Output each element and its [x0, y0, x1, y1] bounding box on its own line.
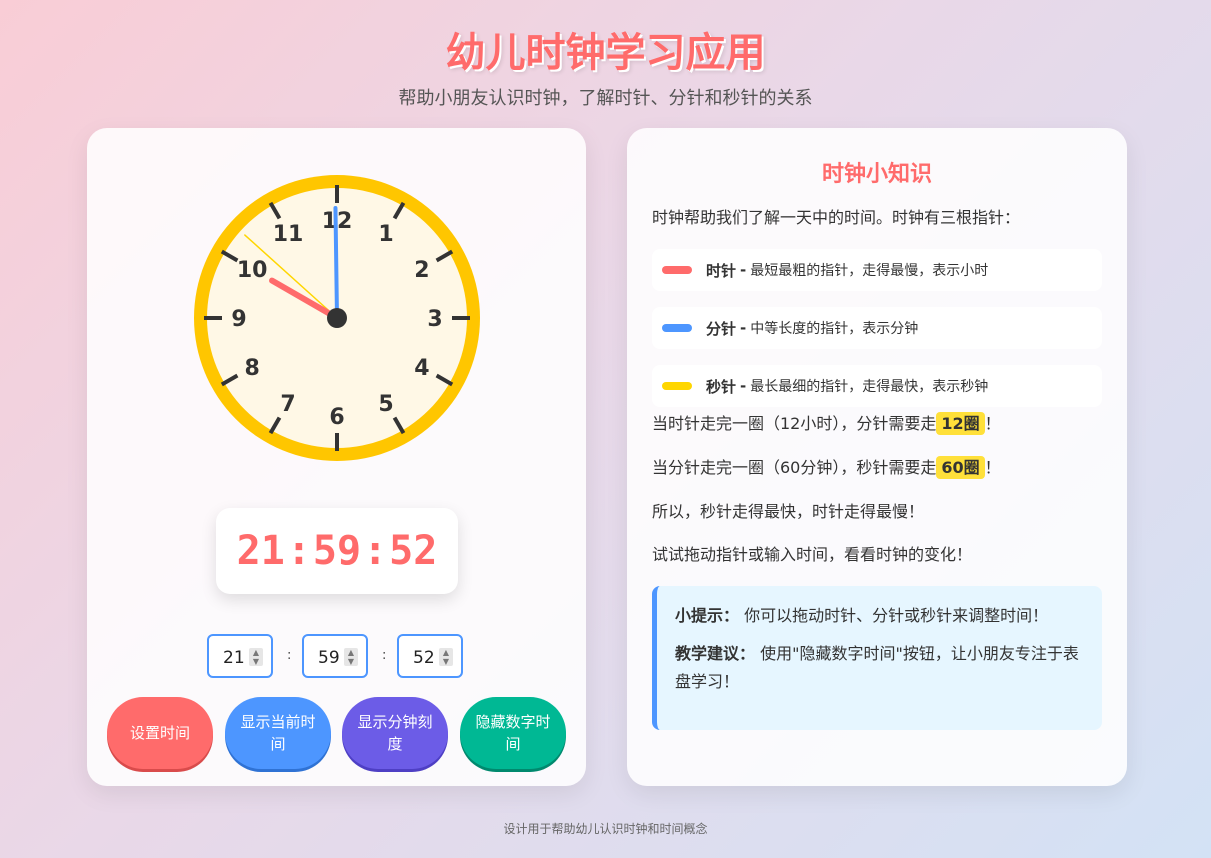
second-hand-sep: -: [740, 377, 747, 395]
knowledge-intro: 时钟帮助我们了解一天中的时间。时钟有三根指针：: [652, 208, 1021, 227]
hour-hand-desc: 最短最粗的指针，走得最慢，表示小时: [750, 263, 989, 279]
hour-number: 11: [273, 222, 304, 247]
hour-hand-name: 时针: [706, 261, 737, 280]
show-minute-ticks-label: 显示分钟刻度: [357, 713, 433, 753]
fact1-highlight: 12圈: [936, 412, 985, 435]
hour-number: 2: [414, 258, 429, 283]
fact-speed: 所以，秒针走得最快，时针走得最慢！: [652, 502, 925, 521]
show-minute-ticks-button[interactable]: 显示分钟刻度: [342, 697, 448, 769]
hour-input[interactable]: 21 ▲ ▼: [207, 634, 273, 678]
digital-hours: 21: [236, 528, 285, 574]
hide-digital-time-label: 隐藏数字时间: [475, 713, 551, 753]
hour-number: 1: [378, 222, 393, 247]
page-title: 幼儿时钟学习应用: [445, 30, 766, 76]
minute-input[interactable]: 59 ▲ ▼: [302, 634, 368, 678]
hour-number: 6: [329, 405, 344, 430]
tips-box: 小提示： 你可以拖动时针、分针或秒针来调整时间！ 教学建议： 使用"隐藏数字时间…: [652, 586, 1102, 730]
hour-number: 10: [237, 258, 268, 283]
advice-label: 教学建议：: [675, 644, 756, 663]
time-inputs: 21 ▲ ▼ : 59 ▲ ▼ : 52 ▲ ▼: [207, 634, 467, 682]
clock-center-pin: [327, 308, 347, 328]
hour-number: 5: [378, 392, 393, 417]
second-hand-info: 秒针 - 最长最细的指针，走得最快，表示秒钟: [652, 365, 1102, 407]
minute-hand-swatch: [662, 324, 692, 332]
hour-input-value: 21: [223, 648, 245, 668]
hour-hand-sep: -: [740, 261, 747, 279]
hour-number: 3: [427, 307, 442, 332]
digital-seconds: 52: [389, 528, 438, 574]
minute-spinner-icon[interactable]: ▲ ▼: [344, 648, 358, 666]
hour-number: 9: [231, 307, 246, 332]
fact2-end: ！: [984, 458, 1001, 477]
fact-hour-cycle: 当时针走完一圈（12小时），分针需要走 12圈！: [652, 410, 1001, 435]
minute-input-value: 59: [318, 648, 340, 668]
clock-panel: 1 21 2 3 45 6 78 9 1011 21 : 59 : 52 21 ▲▼ : 59 …: [87, 128, 586, 786]
minute-hand-name: 分针: [706, 319, 737, 338]
minute-hand-desc: 中等长度的指针，表示分钟: [750, 321, 919, 337]
clock-knowledge-panel: 时钟小知识 时钟帮助我们了解一天中的时间。时钟有三根指针： 时针 - 最短最粗的…: [627, 128, 1127, 786]
digital-time-display: 21 : 59 : 52: [216, 508, 458, 594]
hide-digital-time-button[interactable]: 隐藏数字时间: [460, 697, 566, 769]
fact-try: 试试拖动指针或输入时间，看看时钟的变化！: [652, 545, 973, 564]
second-hand-swatch: [662, 382, 692, 390]
second-spinner-icon[interactable]: ▲ ▼: [439, 648, 453, 666]
minute-hand-sep: -: [740, 319, 747, 337]
page-footer: 设计用于帮助幼儿认识时钟和时间概念: [503, 822, 708, 836]
fact1-end: ！: [984, 414, 1001, 433]
analog-clock[interactable]: 121234567891011: [187, 168, 487, 468]
set-time-label: 设置时间: [129, 724, 190, 742]
fact1-text: 当时针走完一圈（12小时），分针需要走: [652, 414, 937, 433]
knowledge-title: 时钟小知识: [821, 162, 932, 187]
hour-number: 7: [280, 392, 295, 417]
digital-minutes: 59: [312, 528, 362, 574]
minute-hand[interactable]: [333, 206, 339, 320]
minute-hand-info: 分针 - 中等长度的指针，表示分钟: [652, 307, 1102, 349]
set-time-button[interactable]: 设置时间: [107, 697, 213, 769]
tip-text: 你可以拖动时针、分针或秒针来调整时间！: [744, 606, 1049, 625]
input-separator: :: [287, 648, 292, 663]
second-input[interactable]: 52 ▲ ▼: [397, 634, 463, 678]
second-input-value: 52: [413, 648, 435, 668]
fact-minute-cycle: 当分针走完一圈（60分钟），秒针需要走 60圈！: [652, 454, 1001, 479]
digital-separator: :: [363, 528, 388, 574]
tip-line: 小提示： 你可以拖动时针、分针或秒针来调整时间！: [675, 602, 1084, 630]
hour-number: 8: [244, 356, 259, 381]
show-current-time-button[interactable]: 显示当前时间: [225, 697, 331, 769]
second-hand-desc: 最长最细的指针，走得最快，表示秒钟: [750, 379, 989, 395]
tip-label: 小提示：: [675, 606, 740, 625]
hour-number: 4: [414, 356, 429, 381]
second-hand-name: 秒针: [706, 377, 737, 396]
advice-line: 教学建议： 使用"隐藏数字时间"按钮，让小朋友专注于表盘学习！: [675, 640, 1084, 696]
hour-spinner-icon[interactable]: ▲ ▼: [249, 648, 263, 666]
show-current-time-label: 显示当前时间: [240, 713, 316, 753]
hour-hand-swatch: [662, 266, 692, 274]
fact2-text: 当分针走完一圈（60分钟），秒针需要走: [652, 458, 937, 477]
digital-separator: :: [286, 528, 311, 574]
fact2-highlight: 60圈: [936, 456, 985, 479]
hour-hand-info: 时针 - 最短最粗的指针，走得最慢，表示小时: [652, 249, 1102, 291]
page-subtitle: 帮助小朋友认识时钟，了解时针、分针和秒针的关系: [398, 88, 813, 109]
input-separator: :: [382, 648, 387, 663]
